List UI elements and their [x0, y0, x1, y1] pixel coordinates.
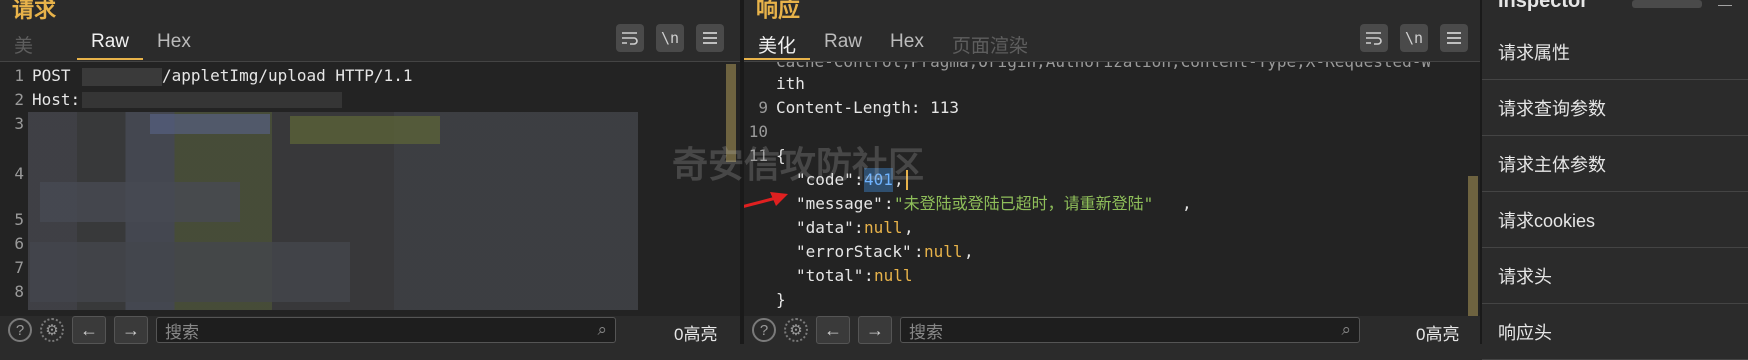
request-menu-button[interactable] — [696, 24, 724, 52]
line-number: 4 — [14, 164, 24, 183]
request-panel: 请求 美 Raw Hex \n 1 2 3 4 5 6 7 8 POST /ap… — [0, 0, 740, 344]
search-icon: ⌕ — [597, 320, 607, 339]
response-bottom-bar: ? ⚙ ← → 搜索 ⌕ — [752, 316, 1360, 344]
json-message-key: "message" — [796, 194, 883, 213]
forward-arrow-icon[interactable]: → — [858, 316, 892, 344]
gear-icon[interactable]: ⚙ — [784, 318, 808, 342]
json-close-brace: } — [776, 290, 786, 309]
response-search-input[interactable]: 搜索 ⌕ — [900, 317, 1360, 343]
back-arrow-icon[interactable]: ← — [72, 316, 106, 344]
json-comma: , — [964, 242, 974, 261]
wrap-lines-button[interactable] — [1360, 24, 1388, 52]
tab-pretty[interactable]: 美化 — [744, 26, 811, 60]
wrap-lines-button[interactable] — [616, 24, 644, 52]
line-number: 9 — [758, 98, 768, 117]
newline-toggle-button[interactable]: \n — [1400, 24, 1428, 52]
hamburger-menu-icon — [1447, 32, 1461, 44]
line-number: 3 — [14, 114, 24, 133]
newline-toggle-button[interactable]: \n — [656, 24, 684, 52]
json-comma: , — [904, 218, 914, 237]
response-scrollbar[interactable] — [1468, 176, 1478, 316]
wrap-lines-icon — [1366, 32, 1382, 45]
json-total-value: null — [874, 266, 913, 285]
redacted-content-area — [150, 114, 270, 134]
tab-hex[interactable]: Hex — [143, 26, 205, 60]
line-number: 2 — [14, 90, 24, 109]
json-data-key: "data" — [796, 218, 854, 237]
inspector-panel: Inspector — 请求属性 请求查询参数 请求主体参数 请求cookies… — [1480, 0, 1748, 360]
request-method: POST — [32, 66, 71, 85]
hamburger-menu-icon — [703, 32, 717, 44]
request-path: /appletImg/upload HTTP/1.1 — [162, 66, 413, 85]
wrap-lines-icon — [622, 32, 638, 45]
line-number: 8 — [14, 282, 24, 301]
request-bottom-bar: ? ⚙ ← → 搜索 ⌕ — [8, 316, 616, 344]
redacted-content-area — [290, 116, 440, 144]
line-number: 7 — [14, 258, 24, 277]
tab-raw[interactable]: Raw — [77, 26, 144, 60]
partial-header-line-cont: ith — [776, 74, 805, 93]
tab-pretty[interactable]: 美 — [0, 26, 47, 60]
inspector-item-response-headers[interactable]: 响应头 — [1482, 304, 1748, 360]
inspector-item-request-headers[interactable]: 请求头 — [1482, 248, 1748, 304]
gear-icon[interactable]: ⚙ — [40, 318, 64, 342]
redacted-host-area — [82, 92, 342, 108]
forward-arrow-icon[interactable]: → — [114, 316, 148, 344]
inspector-close-icon[interactable]: — — [1718, 0, 1732, 12]
partial-header-line: Cache-Control,Pragma,Origin,Authorizatio… — [776, 62, 1431, 74]
line-number: 1 — [14, 66, 24, 85]
help-icon[interactable]: ? — [8, 318, 32, 342]
line-number: 6 — [14, 234, 24, 253]
json-errorstack-colon: : — [914, 242, 924, 261]
redacted-content-area — [40, 182, 240, 222]
tab-hex[interactable]: Hex — [876, 26, 938, 60]
search-placeholder: 搜索 — [165, 322, 199, 342]
response-editor[interactable]: Cache-Control,Pragma,Origin,Authorizatio… — [744, 62, 1480, 316]
back-arrow-icon[interactable]: ← — [816, 316, 850, 344]
json-total-colon: : — [864, 266, 874, 285]
tab-raw[interactable]: Raw — [810, 26, 876, 60]
json-message-value: "未登陆或登陆已超时，请重新登陆" — [894, 194, 1154, 213]
line-number: 5 — [14, 210, 24, 229]
search-icon: ⌕ — [1341, 320, 1351, 339]
inspector-item-request-attributes[interactable]: 请求属性 — [1482, 24, 1748, 80]
inspector-item-cookies[interactable]: 请求cookies — [1482, 192, 1748, 248]
request-hit-count: 0高亮 — [674, 325, 718, 344]
response-menu-button[interactable] — [1440, 24, 1468, 52]
search-placeholder: 搜索 — [909, 322, 943, 342]
response-hit-count: 0高亮 — [1416, 325, 1460, 344]
help-icon[interactable]: ? — [752, 318, 776, 342]
inspector-toggle[interactable] — [1632, 0, 1702, 8]
tab-render[interactable]: 页面渲染 — [938, 26, 1042, 60]
json-errorstack-key: "errorStack" — [796, 242, 912, 261]
json-data-colon: : — [854, 218, 864, 237]
redacted-host-area — [82, 68, 162, 86]
json-data-value: null — [864, 218, 903, 237]
request-editor[interactable]: 1 2 3 4 5 6 7 8 POST /appletImg/upload H… — [0, 62, 740, 316]
request-tabs: 美 Raw Hex — [0, 26, 205, 60]
content-length-header: Content-Length: 113 — [776, 98, 960, 117]
json-comma: , — [1182, 194, 1192, 213]
redacted-content-area — [30, 242, 350, 302]
inspector-item-query-params[interactable]: 请求查询参数 — [1482, 80, 1748, 136]
json-message-colon: : — [884, 194, 894, 213]
response-tabs: 美化 Raw Hex 页面渲染 — [744, 26, 1042, 60]
red-arrow-annotation — [744, 192, 788, 208]
inspector-item-body-params[interactable]: 请求主体参数 — [1482, 136, 1748, 192]
json-total-key: "total" — [796, 266, 864, 285]
request-host-key: Host: — [32, 90, 81, 109]
inspector-title: Inspector — [1498, 0, 1589, 12]
json-errorstack-value: null — [924, 242, 963, 261]
response-title: 响应 — [756, 0, 801, 22]
watermark-text: 奇安信攻防社区 — [672, 144, 925, 185]
request-search-input[interactable]: 搜索 ⌕ — [156, 317, 616, 343]
request-title: 请求 — [12, 0, 57, 22]
